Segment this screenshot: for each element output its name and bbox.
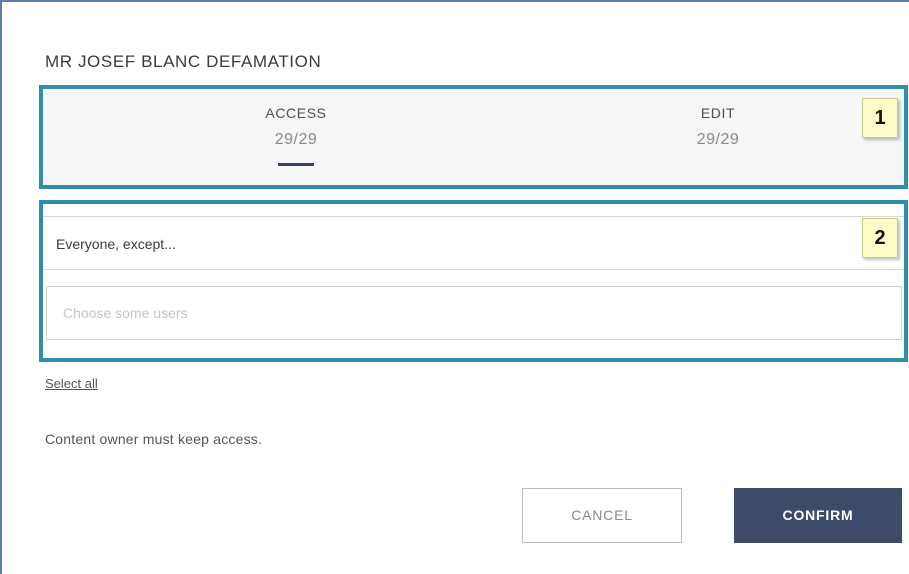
callout-frame-1 [39,85,908,189]
permissions-dialog: MR JOSEF BLANC DEFAMATION ACCESS 29/29 E… [0,0,909,574]
cancel-button[interactable]: CANCEL [522,488,682,543]
callout-badge-2: 2 [862,218,898,258]
select-all-link[interactable]: Select all [45,376,98,391]
dialog-title: MR JOSEF BLANC DEFAMATION [45,52,322,71]
callout-badge-1: 1 [862,98,898,138]
confirm-button[interactable]: CONFIRM [734,488,902,543]
callout-frame-2 [39,200,908,362]
owner-access-note: Content owner must keep access. [45,431,263,447]
